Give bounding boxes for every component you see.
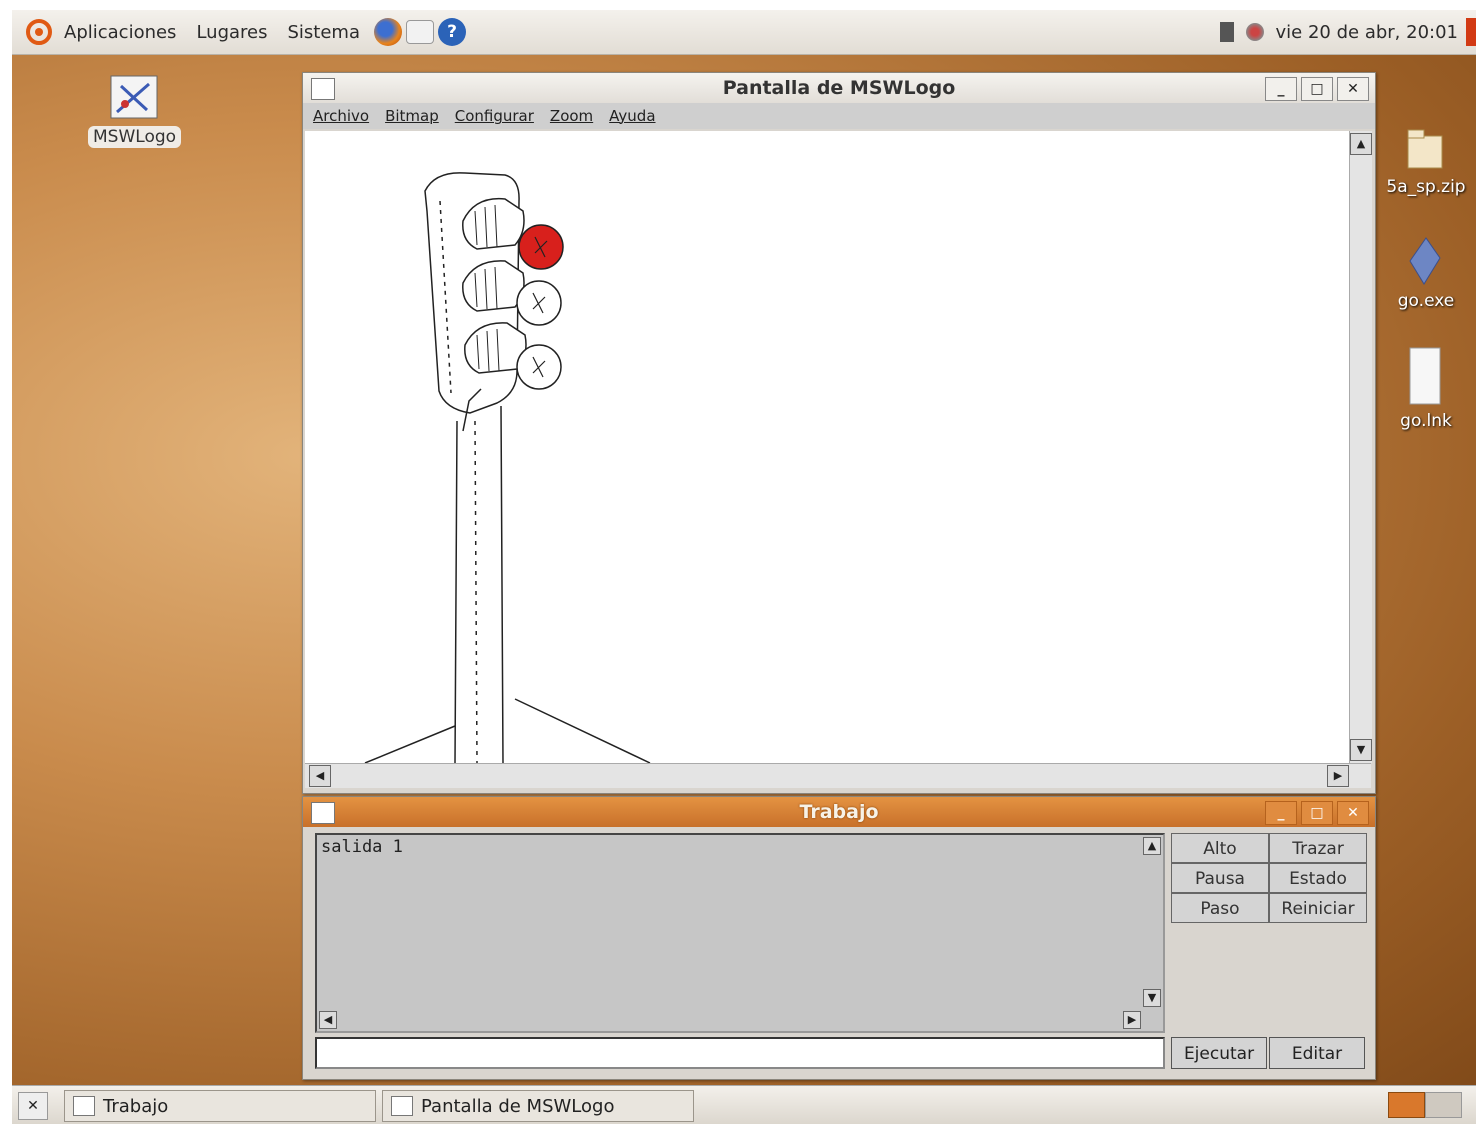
menu-zoom[interactable]: Zoom (550, 107, 593, 125)
taskbar-item-trabajo[interactable]: Trabajo (64, 1090, 376, 1122)
show-desktop-icon[interactable]: ✕ (18, 1092, 48, 1120)
scroll-right-icon[interactable]: ▶ (1327, 765, 1349, 787)
executable-icon (1409, 237, 1441, 285)
desktop-icon-exe[interactable]: go.exe (1376, 236, 1476, 311)
desktop-icon-label: 5a_sp.zip (1386, 177, 1466, 197)
menu-bitmap[interactable]: Bitmap (385, 107, 439, 125)
main-titlebar[interactable]: Pantalla de MSWLogo _ □ ✕ (303, 73, 1375, 103)
vertical-scrollbar[interactable]: ▲ ▼ (1349, 131, 1372, 763)
desktop-icon-label: go.exe (1397, 291, 1455, 311)
scroll-up-icon[interactable]: ▲ (1350, 133, 1372, 155)
bottom-panel: ✕ Trabajo Pantalla de MSWLogo (12, 1085, 1476, 1124)
top-panel: Aplicaciones Lugares Sistema ? vie 20 de… (12, 10, 1476, 55)
power-icon[interactable] (1466, 18, 1476, 46)
firefox-icon[interactable] (374, 18, 403, 46)
taskbar-label: Trabajo (103, 1095, 169, 1117)
menu-configurar[interactable]: Configurar (455, 107, 534, 125)
drawing-canvas[interactable] (305, 131, 1349, 764)
network-icon[interactable] (1219, 22, 1234, 42)
desktop-icon-label: go.lnk (1400, 411, 1452, 431)
horizontal-scrollbar[interactable]: ◀ ▶ (305, 763, 1371, 788)
scroll-left-icon[interactable]: ◀ (309, 765, 331, 787)
trabajo-window: Trabajo _ □ ✕ salida 1 ▲ ▼ ◀ ▶ Alto Traz… (302, 796, 1376, 1080)
window-app-icon (311, 78, 335, 100)
menu-aplicaciones[interactable]: Aplicaciones (54, 22, 186, 43)
scroll-right-icon[interactable]: ▶ (1123, 1011, 1141, 1029)
menu-sistema[interactable]: Sistema (278, 22, 371, 43)
mswlogo-icon (110, 75, 158, 119)
ejecutar-button[interactable]: Ejecutar (1171, 1037, 1267, 1069)
scroll-down-icon[interactable]: ▼ (1350, 739, 1372, 761)
maximize-button[interactable]: □ (1301, 77, 1333, 101)
help-icon[interactable]: ? (438, 18, 467, 46)
window-app-icon (311, 802, 335, 824)
scroll-up-icon[interactable]: ▲ (1143, 837, 1161, 855)
reiniciar-button[interactable]: Reiniciar (1269, 893, 1367, 923)
editar-button[interactable]: Editar (1269, 1037, 1365, 1069)
taskbar-label: Pantalla de MSWLogo (421, 1095, 615, 1117)
estado-button[interactable]: Estado (1269, 863, 1367, 893)
alto-button[interactable]: Alto (1171, 833, 1269, 863)
taskbar-item-pantalla[interactable]: Pantalla de MSWLogo (382, 1090, 694, 1122)
close-button[interactable]: ✕ (1337, 801, 1369, 825)
close-button[interactable]: ✕ (1337, 77, 1369, 101)
desktop: Aplicaciones Lugares Sistema ? vie 20 de… (12, 10, 1476, 1124)
workspace-switcher[interactable] (1388, 1092, 1462, 1118)
menu-ayuda[interactable]: Ayuda (609, 107, 655, 125)
desktop-icon-lnk[interactable]: go.lnk (1376, 346, 1476, 431)
clock[interactable]: vie 20 de abr, 20:01 (1276, 22, 1458, 43)
traffic-light-drawing (364, 172, 651, 764)
output-text: salida 1 (321, 837, 403, 857)
desktop-icon-label: MSWLogo (88, 126, 182, 148)
control-buttons: Alto Trazar Pausa Estado Paso Reiniciar (1171, 833, 1367, 923)
workspace-2[interactable] (1425, 1092, 1462, 1118)
maximize-button[interactable]: □ (1301, 801, 1333, 825)
workspace-1[interactable] (1388, 1092, 1425, 1118)
window-app-icon (391, 1096, 413, 1116)
pausa-button[interactable]: Pausa (1171, 863, 1269, 893)
minimize-button[interactable]: _ (1265, 77, 1297, 101)
trabajo-titlebar[interactable]: Trabajo _ □ ✕ (303, 797, 1375, 827)
volume-icon[interactable] (1245, 23, 1264, 41)
desktop-icon-mswlogo[interactable]: MSWLogo (88, 74, 182, 148)
minimize-button[interactable]: _ (1265, 801, 1297, 825)
scroll-left-icon[interactable]: ◀ (319, 1011, 337, 1029)
main-menubar: Archivo Bitmap Configurar Zoom Ayuda (303, 103, 1375, 129)
paso-button[interactable]: Paso (1171, 893, 1269, 923)
menu-lugares[interactable]: Lugares (186, 22, 277, 43)
folder-icon (1407, 129, 1443, 169)
mswlogo-window: Pantalla de MSWLogo _ □ ✕ Archivo Bitmap… (302, 72, 1376, 794)
output-history[interactable]: salida 1 ▲ ▼ ◀ ▶ (315, 833, 1165, 1033)
menu-archivo[interactable]: Archivo (313, 107, 369, 125)
scroll-down-icon[interactable]: ▼ (1143, 989, 1161, 1007)
window-app-icon (73, 1096, 95, 1116)
main-window-title: Pantalla de MSWLogo (722, 77, 956, 99)
file-icon (1409, 347, 1441, 405)
desktop-icon-zip[interactable]: 5a_sp.zip (1376, 126, 1476, 197)
trazar-button[interactable]: Trazar (1269, 833, 1367, 863)
trabajo-title: Trabajo (799, 801, 879, 823)
ubuntu-logo-icon[interactable] (26, 19, 52, 45)
mail-icon[interactable] (406, 20, 435, 44)
command-input[interactable] (315, 1037, 1165, 1069)
